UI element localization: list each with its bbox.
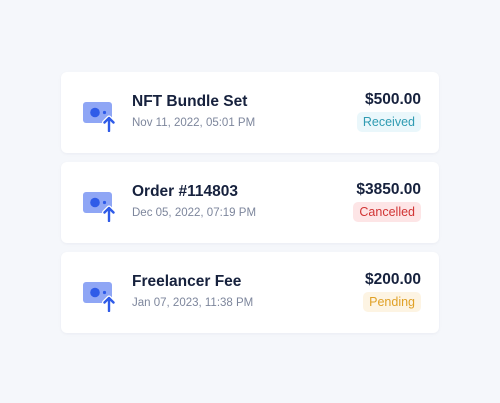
- transaction-list: NFT Bundle Set Nov 11, 2022, 05:01 PM $5…: [61, 72, 439, 342]
- transaction-date: Jan 07, 2023, 11:38 PM: [132, 297, 254, 309]
- transaction-title: Freelancer Fee: [132, 273, 242, 290]
- transaction-card[interactable]: NFT Bundle Set Nov 11, 2022, 05:01 PM $5…: [61, 72, 439, 153]
- money-upload-icon: [83, 98, 117, 134]
- status-badge: Pending: [363, 292, 421, 312]
- transaction-title: NFT Bundle Set: [132, 93, 248, 110]
- transaction-card[interactable]: Freelancer Fee Jan 07, 2023, 11:38 PM $2…: [61, 252, 439, 333]
- transaction-amount: $500.00: [364, 91, 421, 108]
- transaction-date: Nov 11, 2022, 05:01 PM: [132, 117, 256, 129]
- status-badge: Cancelled: [353, 202, 421, 222]
- transaction-title: Order #114803: [132, 183, 239, 200]
- transaction-card[interactable]: Order #114803 Dec 05, 2022, 07:19 PM $38…: [61, 162, 439, 243]
- transaction-amount: $200.00: [364, 271, 421, 288]
- transaction-amount: $3850.00: [356, 181, 421, 198]
- money-upload-icon: [83, 188, 117, 224]
- money-upload-icon: [83, 278, 117, 314]
- transaction-date: Dec 05, 2022, 07:19 PM: [132, 207, 257, 219]
- status-badge: Received: [356, 112, 421, 132]
